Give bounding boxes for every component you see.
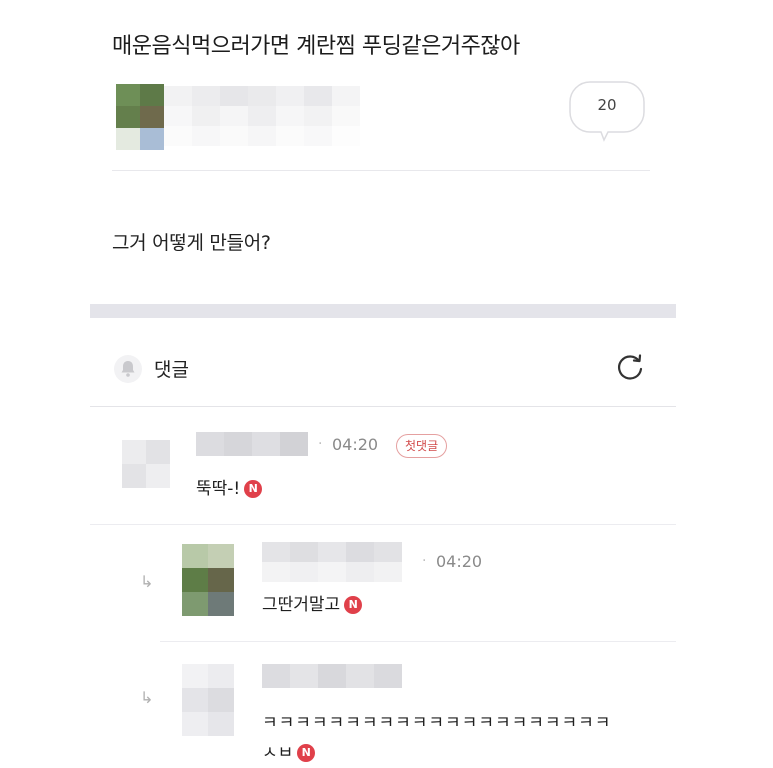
divider [112,170,650,171]
separator-dot: · [318,436,323,452]
comment-count-button[interactable]: 20 [568,80,646,142]
divider [90,524,676,525]
avatar[interactable] [182,664,234,736]
new-badge: N [297,744,316,762]
author-avatar[interactable] [116,84,164,150]
reply-arrow-icon: ↳ [140,688,154,707]
section-separator [90,304,676,318]
comment-text: 뚝딱-! N [196,474,263,499]
comment-text-content: 그딴거말고 [262,595,341,615]
separator-dot: · [422,553,427,569]
avatar[interactable] [122,440,170,488]
post-body: 그거 어떻게 만들어? [112,232,271,254]
comment-text-content: 뚝딱-! [196,479,241,499]
comment-author-blurred [196,432,308,456]
reply-arrow-icon: ↳ [140,572,154,591]
comment-count: 20 [597,96,617,114]
divider [160,641,676,642]
new-badge: N [244,480,263,498]
avatar[interactable] [182,544,234,616]
author-name-blurred [164,86,360,146]
comment-author-blurred [262,664,402,688]
bell-icon[interactable] [114,355,142,383]
comment-author-blurred [262,542,410,582]
comments-header-label: 댓글 [154,359,189,381]
new-badge: N [344,596,363,614]
comment-text: 그딴거말고 N [262,590,363,615]
comment-text-line2: ㅅㅂ N [262,738,316,763]
first-comment-badge: 첫댓글 [396,434,448,458]
comment-time: 04:20 [332,435,379,454]
divider [90,406,676,407]
refresh-icon[interactable] [612,350,648,386]
comment-text-line1: ㅋㅋㅋㅋㅋㅋㅋㅋㅋㅋㅋㅋㅋㅋㅋㅋㅋㅋㅋㅋㅋ [262,713,612,733]
post-title: 매운음식먹으러가면 계란찜 푸딩같은거주잖아 [112,34,520,59]
comment-text-content: ㅅㅂ [262,743,294,763]
comment-time: 04:20 [436,552,483,571]
